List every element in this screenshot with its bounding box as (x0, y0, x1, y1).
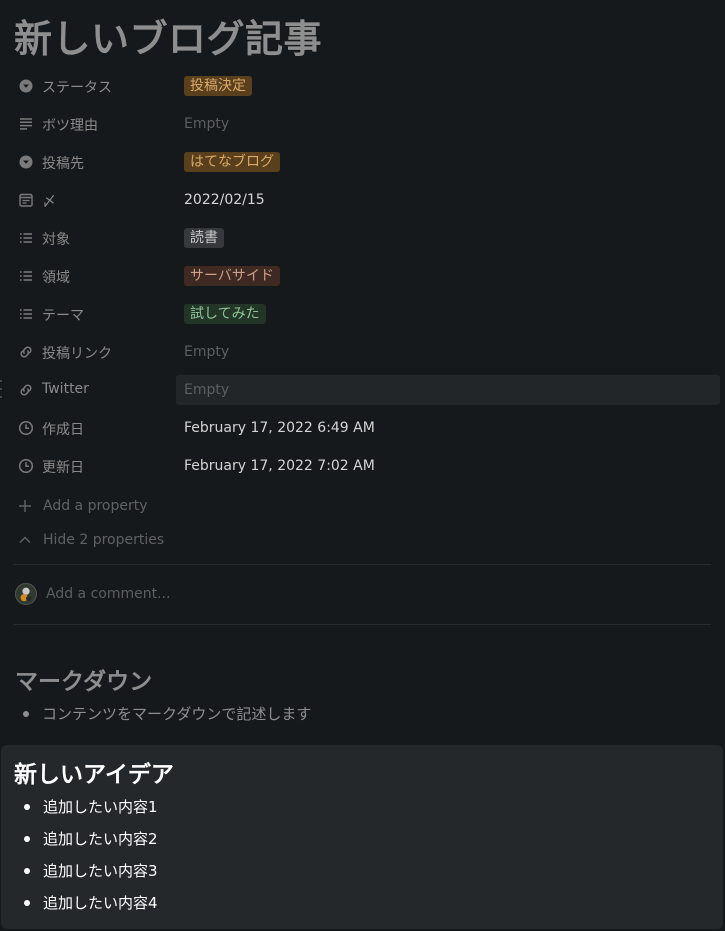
property-value-text: February 17, 2022 6:49 AM (184, 420, 375, 436)
list-item[interactable]: 追加したい内容4 (24, 892, 158, 913)
property-row[interactable]: 投稿リンク Empty (0, 333, 725, 371)
hide-properties-label: Hide 2 properties (43, 532, 165, 548)
clock-icon (18, 458, 34, 474)
tag: はてなブログ (184, 152, 280, 172)
list-item-text: コンテンツをマークダウンで記述します (42, 705, 312, 723)
list-icon (18, 268, 34, 284)
comment-composer[interactable]: Add a comment... (15, 583, 170, 605)
avatar (15, 583, 37, 605)
add-property-button[interactable]: Add a property (18, 495, 148, 517)
property-value[interactable]: Empty (176, 337, 720, 367)
list-icon (18, 306, 34, 322)
property-name[interactable]: 領域 (42, 267, 70, 287)
list-item[interactable]: 追加したい内容3 (24, 860, 158, 881)
property-row[interactable]: 対象 読書 (0, 219, 725, 257)
property-list: ステータス 投稿決定ボツ理由 Empty 投稿先 はてなブログ〆 2022/02/15 対象… (0, 67, 725, 485)
property-value[interactable]: 試してみた (176, 299, 720, 329)
bullet-icon (23, 710, 29, 717)
tag: 投稿決定 (184, 76, 252, 96)
drag-handle-icon[interactable] (0, 380, 4, 398)
property-row[interactable]: ボツ理由 Empty (0, 105, 725, 143)
property-value[interactable]: 読書 (176, 223, 720, 253)
list-item[interactable]: コンテンツをマークダウンで記述します (23, 703, 311, 724)
tag: 試してみた (184, 304, 266, 324)
property-row[interactable]: ステータス 投稿決定 (0, 67, 725, 105)
property-value[interactable]: 2022/02/15 (176, 185, 720, 215)
list-item[interactable]: 追加したい内容2 (24, 828, 158, 849)
property-row[interactable]: 更新日 February 17, 2022 7:02 AM (0, 447, 725, 485)
property-value-text: Empty (184, 382, 230, 398)
list-item-text: 追加したい内容3 (43, 862, 158, 880)
list-item-text: 追加したい内容2 (43, 830, 158, 848)
property-name[interactable]: 投稿先 (42, 153, 84, 173)
list-item-text: 追加したい内容1 (43, 798, 158, 816)
property-value[interactable]: 投稿決定 (176, 71, 720, 101)
link-icon (18, 344, 34, 360)
property-name[interactable]: 〆 (42, 191, 56, 211)
link-icon (18, 382, 34, 398)
property-row[interactable]: 投稿先 はてなブログ (0, 143, 725, 181)
bullet-icon (24, 899, 30, 906)
hide-properties-button[interactable]: Hide 2 properties (18, 529, 164, 551)
bullet-icon (24, 835, 30, 842)
property-name[interactable]: 対象 (42, 229, 70, 249)
markdown-heading[interactable]: マークダウン (15, 662, 152, 696)
property-value[interactable]: February 17, 2022 6:49 AM (176, 413, 720, 443)
property-row[interactable]: 領域 サーバサイド (0, 257, 725, 295)
property-row[interactable]: 作成日 February 17, 2022 6:49 AM (0, 409, 725, 447)
comment-input[interactable]: Add a comment... (46, 586, 170, 602)
divider (14, 564, 711, 565)
clock-icon (18, 420, 34, 436)
property-value-text: Empty (184, 344, 230, 360)
property-value[interactable]: はてなブログ (176, 147, 720, 177)
chevron-up-icon (19, 536, 31, 543)
property-row[interactable]: Twitter Empty (0, 371, 725, 409)
list-item[interactable]: 追加したい内容1 (24, 796, 158, 817)
property-value-text: February 17, 2022 7:02 AM (184, 458, 375, 474)
text-icon (18, 116, 34, 132)
property-name[interactable]: ボツ理由 (42, 115, 98, 135)
property-row[interactable]: 〆 2022/02/15 (0, 181, 725, 219)
property-value[interactable]: Empty (176, 109, 720, 139)
plus-icon (19, 500, 31, 512)
property-row[interactable]: テーマ 試してみた (0, 295, 725, 333)
select-icon (18, 154, 34, 170)
property-value-text: Empty (184, 116, 230, 132)
property-name[interactable]: Twitter (42, 381, 89, 397)
property-value[interactable]: サーバサイド (176, 261, 720, 291)
add-property-label: Add a property (43, 498, 148, 514)
property-name[interactable]: ステータス (42, 77, 112, 97)
property-value[interactable]: Empty (176, 375, 720, 405)
tag: サーバサイド (184, 266, 280, 286)
property-name[interactable]: 作成日 (42, 419, 84, 439)
select-icon (18, 78, 34, 94)
divider (14, 624, 711, 625)
idea-callout[interactable]: 新しいアイデア 追加したい内容1 追加したい内容2 追加したい内容3 追加したい内容4 (1, 745, 723, 929)
property-name[interactable]: 投稿リンク (42, 343, 112, 363)
bullet-icon (24, 803, 30, 810)
property-name[interactable]: テーマ (42, 305, 84, 325)
property-name[interactable]: 更新日 (42, 457, 84, 477)
tag: 読書 (184, 228, 224, 248)
idea-heading[interactable]: 新しいアイデア (14, 755, 174, 789)
calendar-icon (18, 192, 34, 208)
list-item-text: 追加したい内容4 (43, 894, 158, 912)
bullet-icon (24, 867, 30, 874)
page-title[interactable]: 新しいブログ記事 (14, 8, 322, 63)
list-icon (18, 230, 34, 246)
property-value-text: 2022/02/15 (184, 192, 265, 208)
property-value[interactable]: February 17, 2022 7:02 AM (176, 451, 720, 481)
